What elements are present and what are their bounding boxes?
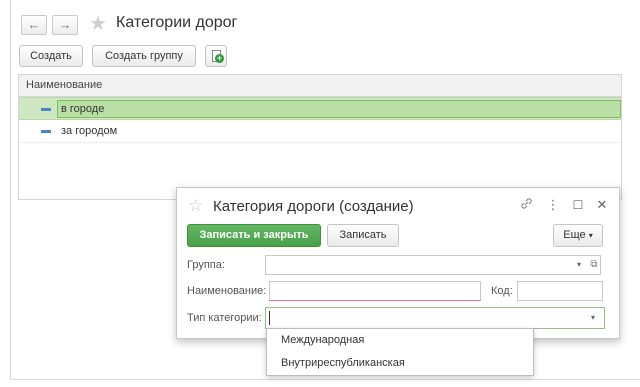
categories-list: Наименование в городе за городом [18,74,622,200]
list-item-label: в городе [61,103,105,115]
favorite-star-icon[interactable]: ☆ [188,197,203,215]
list-item[interactable]: за городом [19,120,621,143]
create-button[interactable]: Создать [19,45,83,67]
name-field[interactable] [269,281,481,301]
column-header-name[interactable]: Наименование [19,75,621,97]
chevron-down-icon[interactable]: ▾ [572,256,586,274]
favorite-star-icon[interactable]: ★ [89,13,107,35]
list-item-label: за городом [61,125,118,137]
menu-more-icon[interactable]: ⋮ [546,197,560,213]
category-type-field[interactable]: ▾ [265,307,605,329]
category-type-label: Тип категории: [187,312,262,324]
create-group-button[interactable]: Создать группу [92,45,196,67]
open-in-window-icon[interactable]: ⧉ [587,256,601,274]
item-marker-icon [41,108,51,111]
list-item[interactable]: в городе [19,97,621,120]
create-from-excel-button[interactable]: + [205,45,227,67]
category-type-dropdown: Международная Внутриреспубликанская [266,328,534,376]
page-title: Категории дорог [116,14,238,31]
more-button-label: Еще [563,229,586,241]
maximize-icon[interactable]: ☐ [571,197,585,213]
create-category-dialog: ☆ Категория дороги (создание) ⋮ ☐ ✕ Запи… [176,187,620,339]
text-cursor [269,311,270,325]
plus-icon: + [215,53,224,63]
more-button[interactable]: Еще ▾ [553,224,603,247]
group-field[interactable]: ▾ [265,255,601,275]
chevron-down-icon: ▾ [588,231,593,240]
close-icon[interactable]: ✕ [595,197,609,213]
arrow-right-icon: → [58,17,72,32]
dialog-title: Категория дороги (создание) [213,198,414,215]
arrow-left-icon: ← [27,17,41,32]
code-label: Код: [491,285,513,297]
name-label: Наименование: [187,285,267,297]
selected-cell [57,100,621,118]
save-and-close-button[interactable]: Записать и закрыть [187,224,321,247]
back-button[interactable]: ← [21,15,47,35]
chevron-down-icon[interactable]: ▾ [586,309,600,327]
link-icon[interactable] [519,197,533,214]
forward-button[interactable]: → [52,15,78,35]
dropdown-option[interactable]: Международная [267,329,533,352]
code-field[interactable] [517,281,603,301]
item-marker-icon [41,130,51,133]
group-label: Группа: [187,259,225,271]
dropdown-option[interactable]: Внутриреспубликанская [267,352,533,375]
save-button[interactable]: Записать [327,224,399,247]
